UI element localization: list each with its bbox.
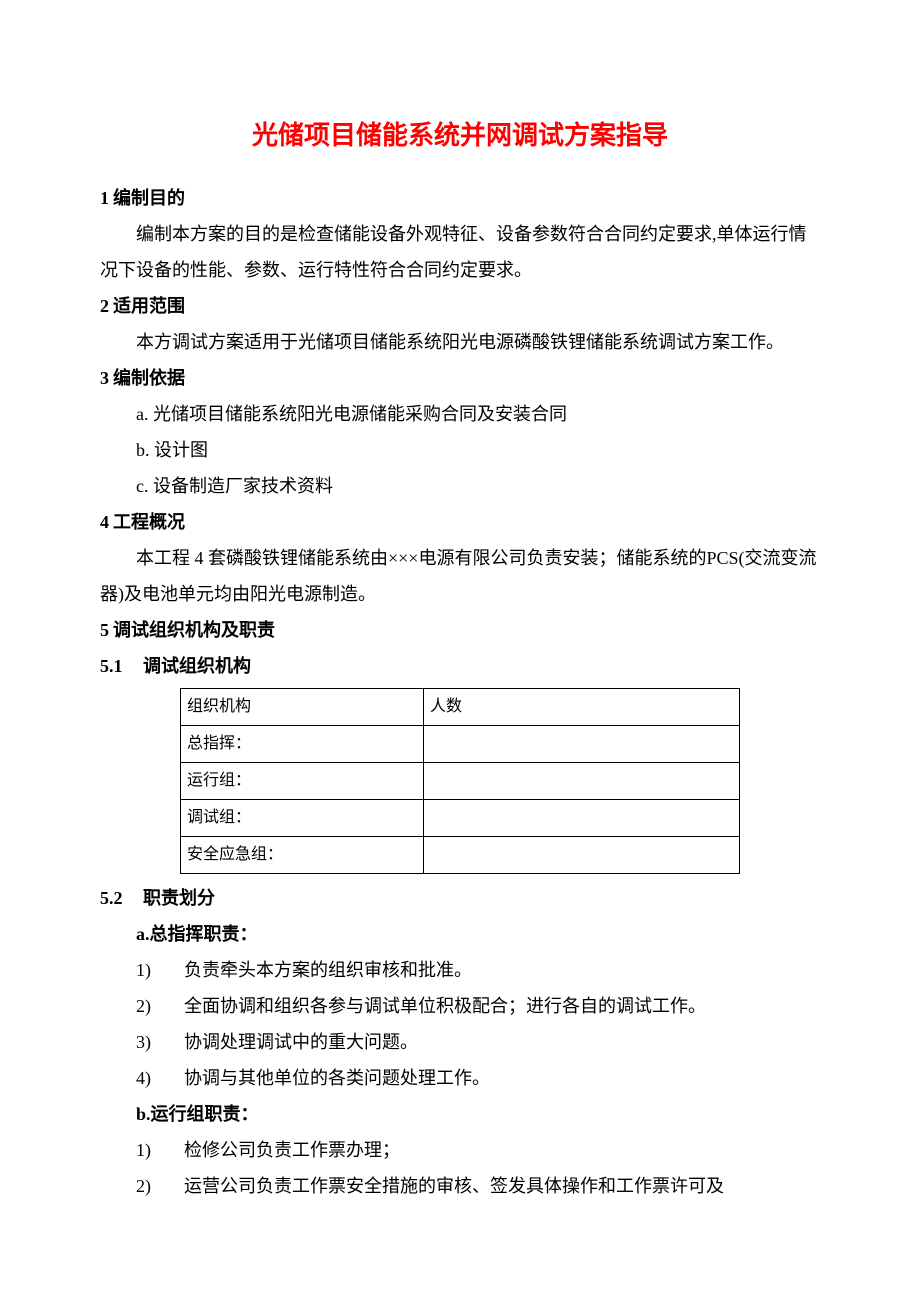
table-cell-org: 安全应急组： [181,837,424,874]
item-number: 3) [136,1024,184,1060]
section-1-label: 编制目的 [113,188,185,208]
item-number: 4) [136,1060,184,1096]
section-2-heading: 2适用范围 [100,288,820,324]
item-text: 运营公司负责工作票安全措施的审核、签发具体操作和工作票许可及 [184,1168,820,1204]
resp-a-item-1: 1)负责牵头本方案的组织审核和批准。 [100,952,820,988]
item-text: 协调处理调试中的重大问题。 [184,1024,820,1060]
item-number: 2) [136,1168,184,1204]
section-5-2-heading: 5.2 职责划分 [100,880,820,916]
section-4-body: 本工程 4 套磷酸铁锂储能系统由×××电源有限公司负责安装；储能系统的PCS(交… [100,540,820,612]
section-5-heading: 5调试组织机构及职责 [100,612,820,648]
resp-b-label: b.运行组职责： [136,1104,259,1124]
section-4-heading: 4工程概况 [100,504,820,540]
section-2-body: 本方调试方案适用于光储项目储能系统阳光电源磷酸铁锂储能系统调试方案工作。 [100,324,820,360]
section-5-2-label: 职责划分 [143,888,215,908]
table-cell-count [424,763,740,800]
table-row: 调试组： [181,800,740,837]
table-row: 运行组： [181,763,740,800]
resp-a-heading: a.总指挥职责： [100,916,820,952]
document-page: 光储项目储能系统并网调试方案指导 1编制目的 编制本方案的目的是检查储能设备外观… [0,0,920,1301]
section-1-heading: 1编制目的 [100,180,820,216]
section-3-item-a: a. 光储项目储能系统阳光电源储能采购合同及安装合同 [100,396,820,432]
item-number: 1) [136,952,184,988]
item-number: 2) [136,988,184,1024]
section-3-item-b: b. 设计图 [100,432,820,468]
section-5-1-number: 5.1 [100,648,123,684]
table-header-org: 组织机构 [181,689,424,726]
item-text: 全面协调和组织各参与调试单位积极配合；进行各自的调试工作。 [184,988,820,1024]
table-cell-org: 调试组： [181,800,424,837]
item-number: 1) [136,1132,184,1168]
section-5-1-label: 调试组织机构 [143,656,251,676]
section-5-number: 5 [100,620,109,640]
section-2-label: 适用范围 [113,296,185,316]
table-cell-count [424,837,740,874]
resp-b-item-1: 1)检修公司负责工作票办理； [100,1132,820,1168]
section-3-number: 3 [100,368,109,388]
org-table: 组织机构 人数 总指挥： 运行组： 调试组： 安全应急组： [180,688,740,874]
item-text: 协调与其他单位的各类问题处理工作。 [184,1060,820,1096]
resp-a-item-2: 2)全面协调和组织各参与调试单位积极配合；进行各自的调试工作。 [100,988,820,1024]
resp-a-item-3: 3)协调处理调试中的重大问题。 [100,1024,820,1060]
section-4-label: 工程概况 [113,512,185,532]
section-1-number: 1 [100,188,109,208]
resp-a-label: a.总指挥职责： [136,924,258,944]
section-5-2-number: 5.2 [100,880,123,916]
item-text: 检修公司负责工作票办理； [184,1132,820,1168]
section-1-body: 编制本方案的目的是检查储能设备外观特征、设备参数符合合同约定要求,单体运行情况下… [100,216,820,288]
section-3-heading: 3编制依据 [100,360,820,396]
table-cell-org: 总指挥： [181,726,424,763]
section-3-label: 编制依据 [113,368,185,388]
table-header-count: 人数 [424,689,740,726]
section-3-item-c: c. 设备制造厂家技术资料 [100,468,820,504]
item-text: 负责牵头本方案的组织审核和批准。 [184,952,820,988]
table-row: 总指挥： [181,726,740,763]
table-cell-count [424,800,740,837]
resp-b-heading: b.运行组职责： [100,1096,820,1132]
section-2-number: 2 [100,296,109,316]
table-cell-count [424,726,740,763]
table-header-row: 组织机构 人数 [181,689,740,726]
section-5-label: 调试组织机构及职责 [113,620,275,640]
section-4-number: 4 [100,512,109,532]
section-5-1-heading: 5.1 调试组织机构 [100,648,820,684]
resp-a-item-4: 4)协调与其他单位的各类问题处理工作。 [100,1060,820,1096]
table-row: 安全应急组： [181,837,740,874]
table-cell-org: 运行组： [181,763,424,800]
resp-b-item-2: 2)运营公司负责工作票安全措施的审核、签发具体操作和工作票许可及 [100,1168,820,1204]
document-title: 光储项目储能系统并网调试方案指导 [100,110,820,162]
